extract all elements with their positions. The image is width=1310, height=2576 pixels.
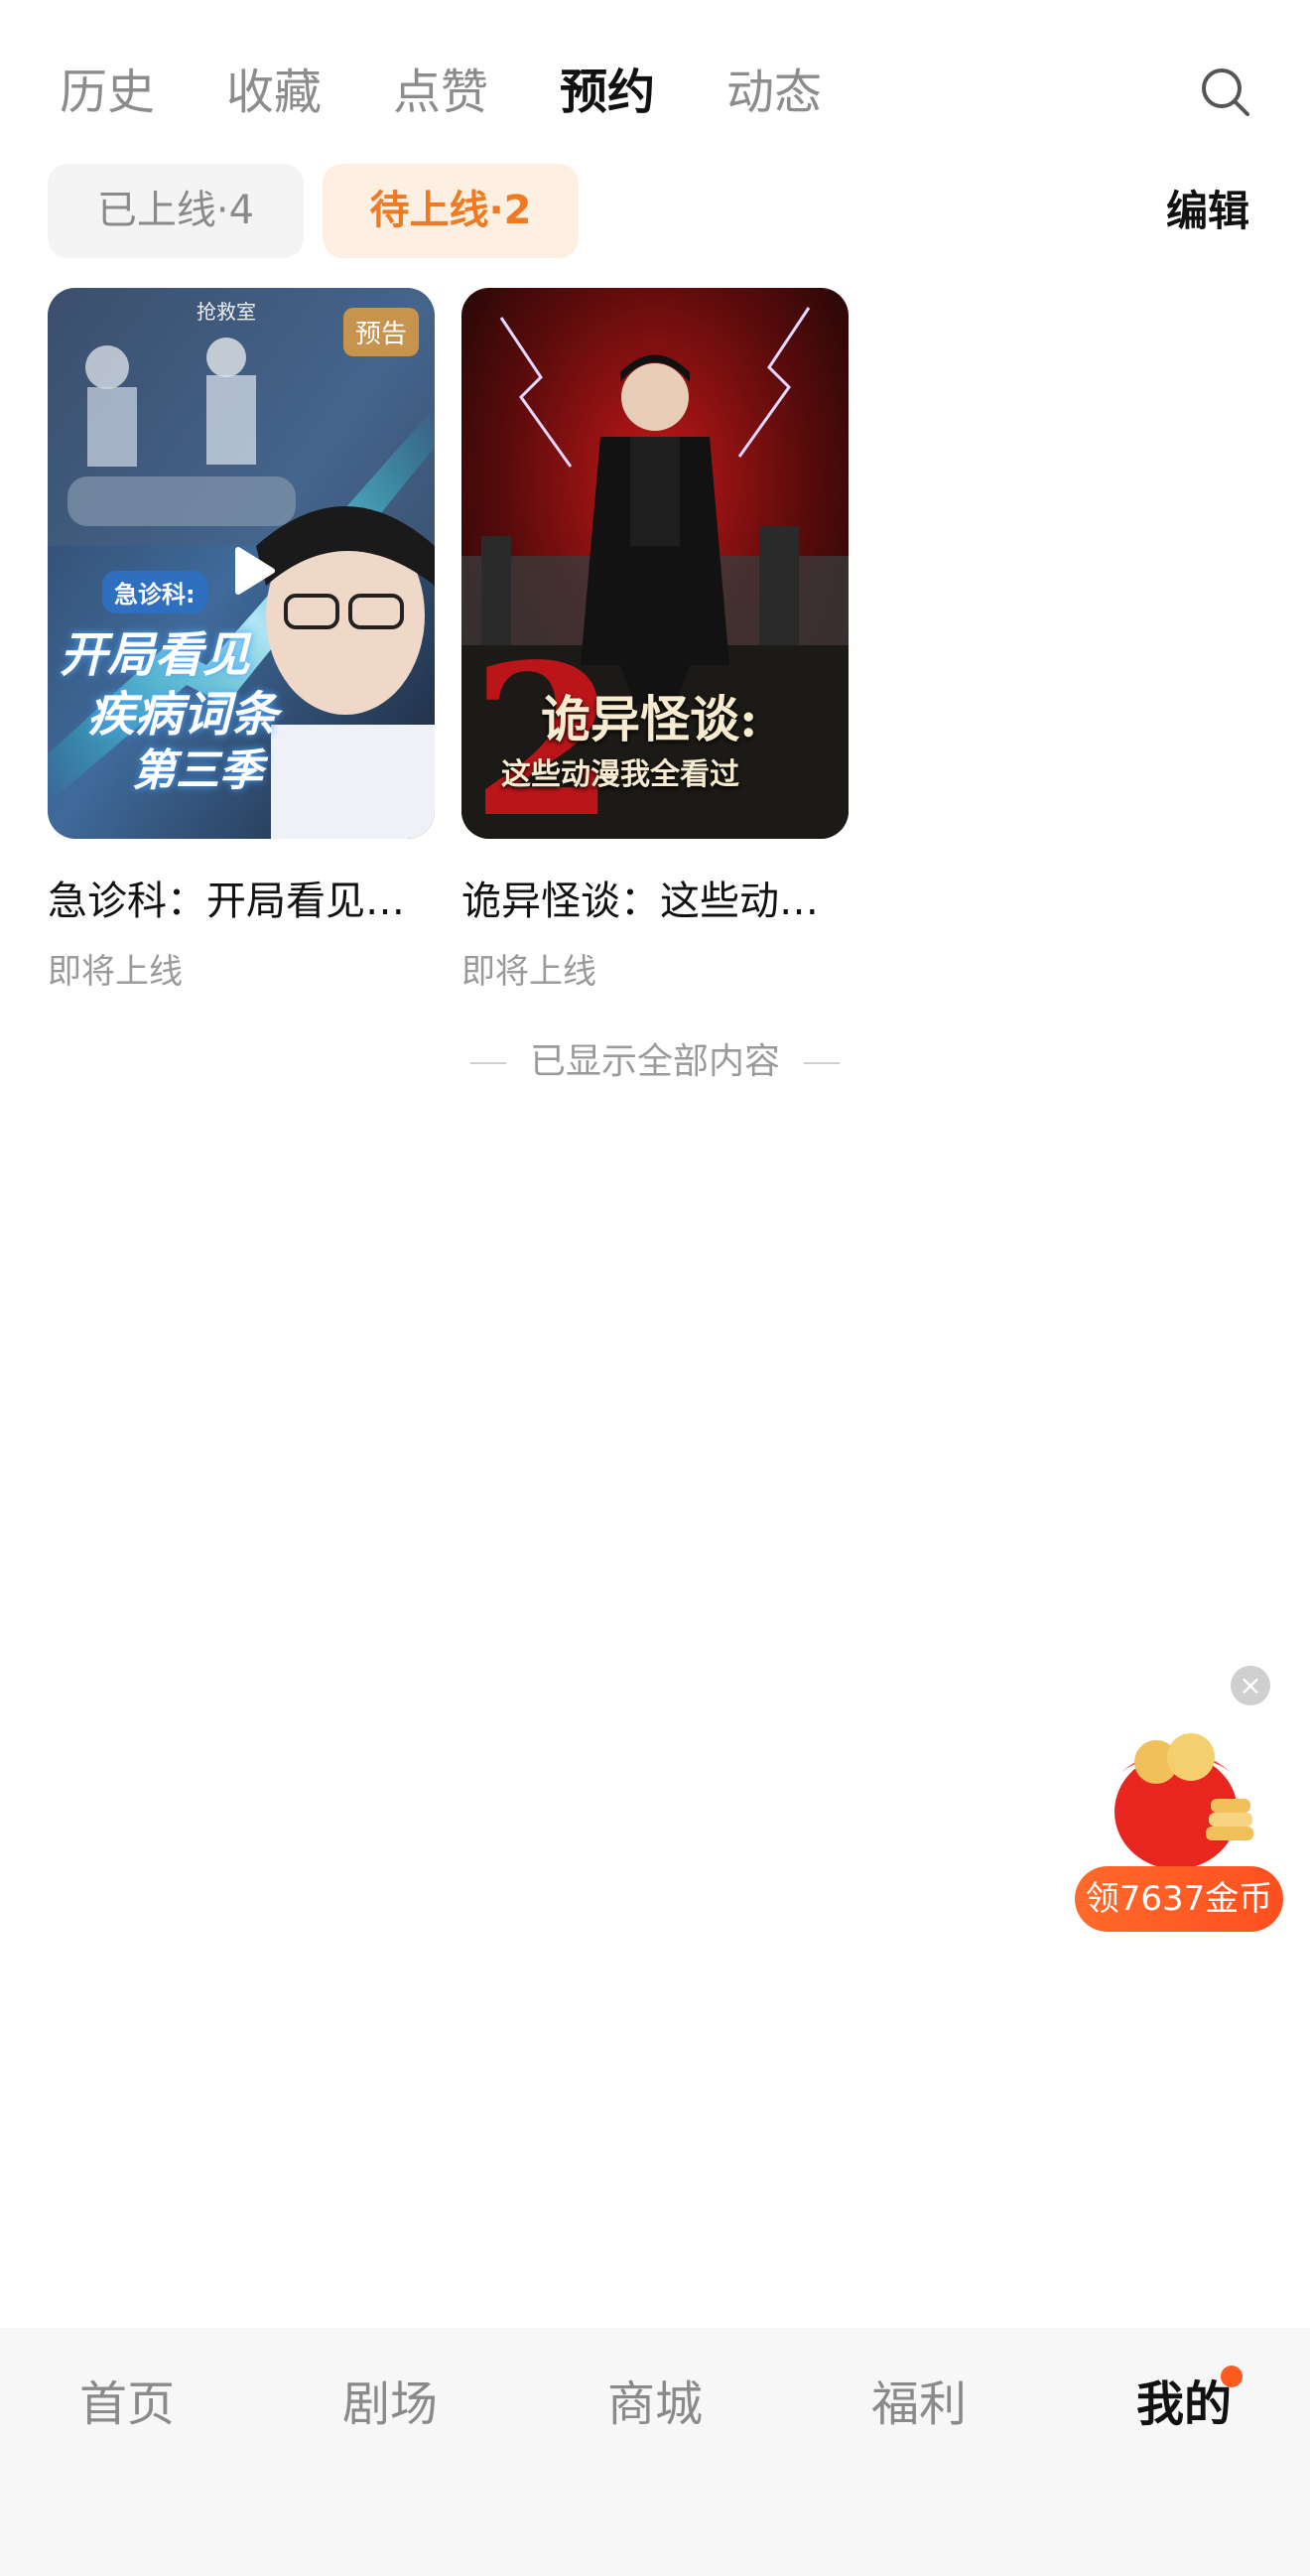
- tab-reservations[interactable]: 预约: [560, 58, 655, 127]
- show-card[interactable]: 2 诡异怪谈: 这些动漫我全看过 诡异怪谈：这些动漫我全看过 即将上线: [461, 288, 849, 993]
- nav-welfare[interactable]: 福利: [871, 2370, 967, 2439]
- poster-label: 抢救室: [196, 300, 256, 324]
- poster-image: 2 诡异怪谈: 这些动漫我全看过: [461, 288, 849, 839]
- show-card[interactable]: 预告 抢救室 急诊科: 开局看见 疾病词条 第三季 急诊科：开局看见疾病词条第三…: [48, 288, 435, 993]
- nav-mall[interactable]: 商城: [607, 2370, 703, 2439]
- edit-button[interactable]: 编辑: [1166, 179, 1249, 243]
- tab-favorites[interactable]: 收藏: [226, 58, 322, 127]
- tab-likes[interactable]: 点赞: [393, 58, 488, 127]
- filter-online-chip[interactable]: 已上线·4: [48, 164, 304, 258]
- claim-coins-button[interactable]: 领7637金币: [1075, 1866, 1283, 1932]
- poster-title-line: 诡异怪谈:: [541, 690, 758, 748]
- end-of-list-notice: 已显示全部内容: [0, 1032, 1310, 1084]
- nav-theater[interactable]: 剧场: [342, 2370, 438, 2439]
- top-tab-bar: 历史 收藏 点赞 预约 动态: [0, 0, 1310, 159]
- divider: [469, 1062, 506, 1064]
- red-envelope-bag-icon[interactable]: [1092, 1717, 1260, 1876]
- reservations-page: 历史 收藏 点赞 预约 动态 已上线·4 待上线·2 编辑 预告 抢救室 急诊科…: [0, 0, 1310, 2576]
- poster-subtitle: 急诊科:: [102, 571, 207, 613]
- bottom-navigation: 首页 剧场 商城 福利 我的: [0, 2328, 1310, 2576]
- nav-mine[interactable]: 我的: [1136, 2370, 1232, 2439]
- poster-title-line: 这些动漫我全看过: [501, 757, 739, 792]
- notification-dot: [1221, 2366, 1243, 2387]
- card-status: 即将上线: [461, 952, 596, 992]
- filter-upcoming-chip[interactable]: 待上线·2: [323, 164, 579, 258]
- play-icon[interactable]: [216, 536, 286, 606]
- end-notice-text: 已显示全部内容: [529, 1041, 780, 1082]
- preview-badge: 预告: [342, 308, 419, 356]
- search-icon[interactable]: [1196, 63, 1255, 122]
- tab-activity[interactable]: 动态: [726, 58, 822, 127]
- card-status: 即将上线: [48, 952, 183, 992]
- divider: [804, 1062, 840, 1064]
- poster-image: 预告 抢救室 急诊科: 开局看见 疾病词条 第三季: [48, 288, 435, 839]
- nav-home[interactable]: 首页: [79, 2370, 175, 2439]
- close-icon[interactable]: ×: [1231, 1666, 1270, 1705]
- tab-history[interactable]: 历史: [60, 58, 155, 127]
- card-title: 急诊科：开局看见疾病词条第三季: [48, 879, 435, 924]
- poster-title-line: 第三季: [132, 746, 263, 796]
- card-title: 诡异怪谈：这些动漫我全看过: [461, 879, 849, 924]
